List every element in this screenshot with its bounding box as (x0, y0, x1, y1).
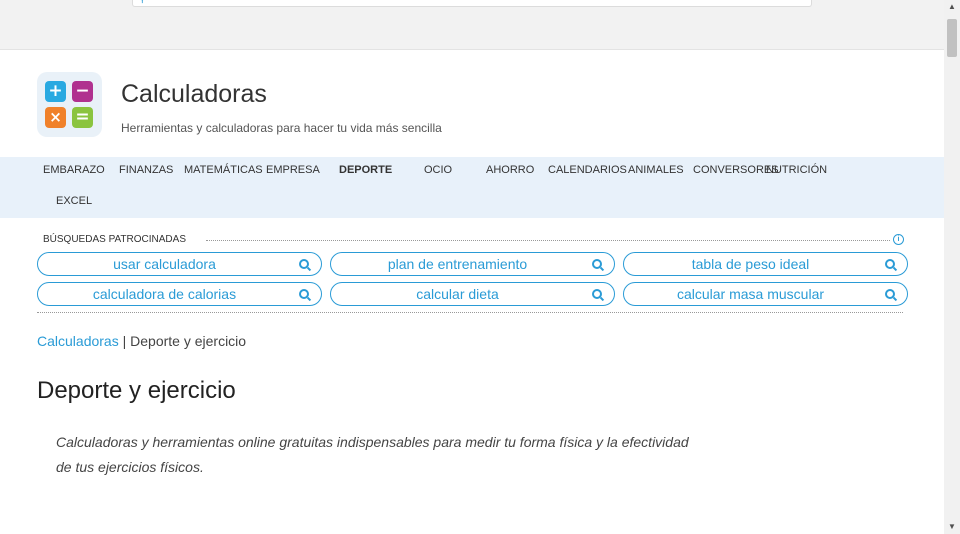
divider (37, 312, 903, 313)
search-icon (592, 259, 602, 269)
pill-label: usar calculadora (113, 256, 216, 272)
site-tagline: Herramientas y calculadoras para hacer t… (121, 121, 442, 135)
plus-icon: + (45, 81, 66, 102)
search-icon (885, 259, 895, 269)
nav-item-ahorro[interactable]: AHORRO (486, 164, 534, 176)
nav-item-calendarios[interactable]: CALENDARIOS (548, 164, 627, 176)
top-search-box[interactable]: ⚲ (132, 0, 812, 7)
sponsored-search-pill[interactable]: calcular dieta (330, 282, 615, 306)
search-icon (592, 289, 602, 299)
nav-item-animales[interactable]: ANIMALES (628, 164, 684, 176)
scroll-down-icon[interactable]: ▼ (944, 520, 960, 534)
scrollbar-thumb[interactable] (947, 19, 957, 57)
nav-item-nutricion[interactable]: NUTRICIÓN (766, 164, 827, 176)
site-title[interactable]: Calculadoras (121, 80, 267, 109)
search-icon (299, 259, 309, 269)
nav-item-finanzas[interactable]: FINANZAS (119, 164, 173, 176)
multiply-icon: × (45, 107, 66, 128)
sponsored-search-pill[interactable]: calcular masa muscular (623, 282, 908, 306)
sponsored-search-pill[interactable]: tabla de peso ideal (623, 252, 908, 276)
breadcrumb-separator: | (118, 333, 131, 349)
pill-label: calculadora de calorias (92, 286, 237, 302)
sponsored-label: BÚSQUEDAS PATROCINADAS (43, 234, 186, 245)
scroll-up-icon[interactable]: ▲ (944, 0, 960, 14)
search-icon: ⚲ (139, 0, 146, 5)
equals-icon: = (72, 107, 93, 128)
breadcrumb: Calculadoras | Deporte y ejercicio (37, 333, 246, 349)
minus-icon: − (72, 81, 93, 102)
pill-label: tabla de peso ideal (691, 256, 810, 272)
nav-item-excel[interactable]: EXCEL (56, 195, 92, 207)
pill-label: calcular masa muscular (676, 286, 825, 302)
breadcrumb-current: Deporte y ejercicio (130, 333, 247, 349)
page-title: Deporte y ejercicio (37, 377, 236, 404)
sponsored-search-pill[interactable]: calculadora de calorias (37, 282, 322, 306)
nav-item-deporte[interactable]: DEPORTE (339, 164, 392, 176)
nav-item-empresa[interactable]: EMPRESA (266, 164, 320, 176)
page-intro: Calculadoras y herramientas online gratu… (56, 434, 689, 475)
top-bar: ⚲ (0, 0, 944, 50)
search-icon (299, 289, 309, 299)
sponsored-search-pill[interactable]: usar calculadora (37, 252, 322, 276)
info-icon[interactable]: i (893, 234, 904, 245)
search-icon (885, 289, 895, 299)
divider (206, 240, 890, 241)
pill-label: plan de entrenamiento (387, 256, 528, 272)
breadcrumb-home-link[interactable]: Calculadoras (37, 333, 119, 349)
nav-item-matematicas[interactable]: MATEMÁTICAS (184, 164, 263, 176)
nav-item-embarazo[interactable]: EMBARAZO (43, 164, 105, 176)
scrollbar[interactable]: ▲ ▼ (944, 0, 960, 534)
main-nav: EMBARAZO FINANZAS MATEMÁTICAS EMPRESA DE… (0, 157, 944, 218)
pill-label: calcular dieta (416, 286, 499, 302)
nav-item-ocio[interactable]: OCIO (424, 164, 452, 176)
sponsored-search-pill[interactable]: plan de entrenamiento (330, 252, 615, 276)
site-logo[interactable]: + − × = (37, 72, 102, 137)
